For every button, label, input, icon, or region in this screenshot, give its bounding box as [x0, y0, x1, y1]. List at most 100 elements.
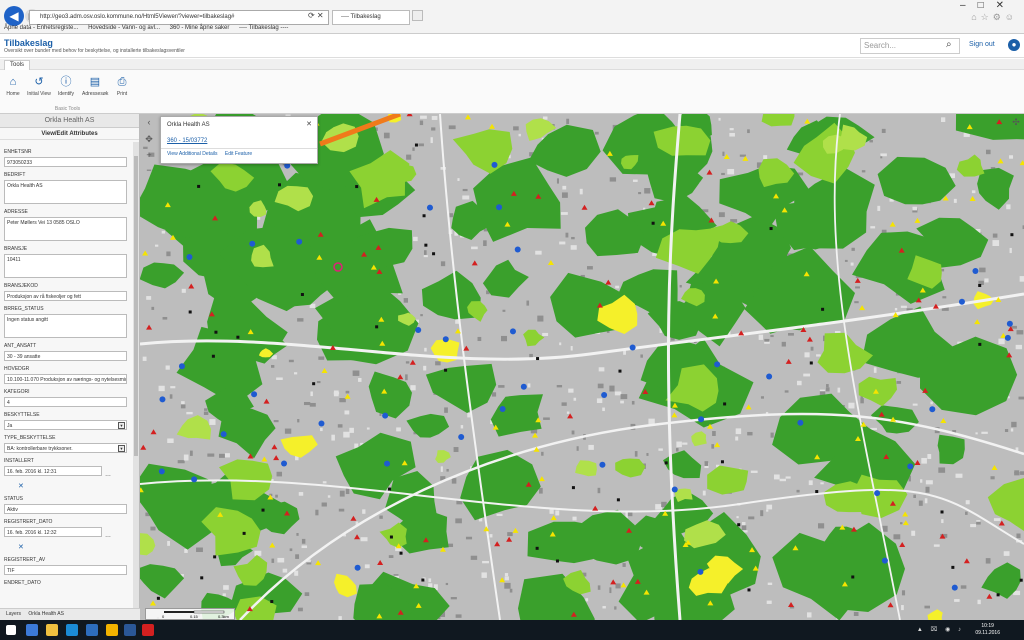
date-input[interactable]: 16. feb. 2016 kl. 12:31	[4, 466, 102, 476]
favorite-link[interactable]: Åpne data - Enhetsregiste...	[4, 25, 78, 31]
field-value: 10411	[7, 257, 21, 263]
zoom-in-icon[interactable]: +	[144, 150, 154, 160]
initial-view-button[interactable]: ↺ Initial View	[26, 76, 52, 97]
building	[609, 587, 612, 594]
field-input[interactable]: TIF	[4, 565, 127, 575]
building	[975, 432, 978, 435]
word-icon[interactable]	[124, 624, 136, 636]
zoom-out-icon[interactable]: −	[144, 165, 154, 175]
building	[873, 367, 877, 373]
pdf-icon[interactable]	[142, 624, 154, 636]
blue-marker	[929, 406, 936, 413]
case-link[interactable]: 360 - 15/03772	[167, 138, 207, 144]
field-input[interactable]: Produksjon av rå fiskeoljer og fett	[4, 291, 127, 301]
building	[818, 523, 825, 529]
feature-tab[interactable]: Orkla Health AS	[28, 611, 64, 617]
building	[750, 470, 758, 473]
building	[440, 261, 446, 267]
identify-button[interactable]: ⓘ Identify	[53, 76, 79, 97]
files-icon[interactable]	[106, 624, 118, 636]
field-label: TYPE_BESKYTTELSE	[4, 435, 56, 441]
field-input[interactable]: 10411	[4, 254, 127, 278]
field-input[interactable]: Orkla Health AS	[4, 180, 127, 204]
field-input[interactable]: 4	[4, 397, 127, 407]
edit-feature-link[interactable]: Edit Feature	[225, 151, 252, 157]
pan-icon[interactable]: ✥	[144, 134, 154, 144]
sign-out-link[interactable]: Sign out	[969, 41, 995, 48]
user-icon[interactable]: ●	[1008, 39, 1020, 51]
field-input[interactable]: Aktiv	[4, 504, 127, 514]
clear-icon[interactable]: ✕	[18, 543, 24, 551]
field-select[interactable]: Ja ▼	[4, 420, 127, 430]
field-input[interactable]: 973050233	[4, 157, 127, 167]
clock[interactable]: 10:19 09.11.2016	[975, 623, 1000, 637]
chevron-down-icon[interactable]: ▼	[118, 422, 125, 429]
new-tab-button[interactable]	[412, 10, 423, 21]
date-input[interactable]: 16. feb. 2016 kl. 12:32	[4, 527, 102, 537]
field-input[interactable]: 10.100-11.070 Produksjon av nærings- og …	[4, 374, 127, 384]
field-input[interactable]: 30 - 39 ansatte	[4, 351, 127, 361]
field-input[interactable]: Peter Møllers Vei 13 0585 OSLO	[4, 217, 127, 241]
black-marker	[978, 283, 982, 287]
building	[1016, 533, 1021, 539]
view-details-link[interactable]: View Additional Details	[167, 151, 218, 157]
blue-marker	[1004, 334, 1011, 341]
building	[992, 233, 998, 238]
black-marker	[388, 487, 392, 491]
building	[453, 447, 459, 453]
tab-tools[interactable]: Tools	[4, 60, 31, 70]
building	[502, 309, 506, 312]
field-select[interactable]: BA: kontrollerbare trykksoner. ▼	[4, 443, 127, 453]
start-icon[interactable]	[6, 625, 16, 635]
collapse-panel-icon[interactable]: ‹	[144, 117, 154, 127]
home-button[interactable]: ⌂ Home	[0, 76, 26, 97]
building	[462, 188, 468, 192]
building	[602, 407, 605, 412]
favorite-link[interactable]: Hovedside - Vann- og avl...	[88, 25, 160, 31]
home-icon: ⌂	[9, 76, 17, 88]
search-icon[interactable]: ⌕	[946, 39, 952, 50]
building	[423, 365, 427, 371]
building	[785, 476, 791, 479]
building	[1018, 396, 1024, 400]
map-canvas[interactable]	[140, 114, 1024, 620]
clear-icon[interactable]: ✕	[18, 482, 24, 490]
date-picker-icon[interactable]: …	[105, 533, 111, 539]
panel-scroll-thumb[interactable]	[134, 156, 138, 456]
print-button[interactable]: ⎙ Print	[109, 76, 135, 97]
search-input[interactable]: Search...	[860, 38, 960, 54]
building	[712, 431, 716, 436]
building	[331, 434, 335, 441]
building	[925, 486, 930, 493]
field-value: Orkla Health AS	[7, 183, 43, 189]
black-marker	[618, 369, 622, 373]
building	[976, 521, 981, 525]
outlook-icon[interactable]	[86, 624, 98, 636]
building	[507, 532, 513, 537]
address-search-button[interactable]: ▤ Adressesøk	[82, 76, 108, 97]
close-icon[interactable]: ✕	[306, 120, 312, 128]
building	[455, 614, 462, 618]
field-input[interactable]: Ingen status angitt	[4, 314, 127, 338]
chevron-down-icon[interactable]: ▼	[118, 445, 125, 452]
refresh-icon[interactable]: ⟳ ✕	[308, 11, 324, 20]
favorite-link[interactable]: ---- Tilbakeslag ----	[239, 25, 288, 31]
explorer-icon[interactable]	[46, 624, 58, 636]
building	[467, 412, 471, 418]
favorite-link[interactable]: 360 - Mine åpne saker	[170, 25, 230, 31]
layers-tab[interactable]: Layers	[6, 611, 21, 617]
building	[894, 307, 898, 311]
building	[310, 391, 313, 397]
building	[297, 318, 304, 322]
map-view[interactable]	[140, 114, 1024, 620]
building	[632, 179, 638, 182]
search-taskbar-icon[interactable]	[26, 624, 38, 636]
window-controls[interactable]: –□✕	[960, 0, 1016, 11]
building	[207, 453, 215, 457]
browser-taskbar-icon[interactable]	[66, 624, 78, 636]
date-field-row: 16. feb. 2016 kl. 12:31 … ✕	[4, 464, 127, 491]
system-tray[interactable]: ▲ ⌧ ◉ ♪	[917, 626, 964, 633]
building	[294, 570, 299, 576]
map-tools-icon[interactable]: ✣	[1011, 117, 1021, 127]
date-picker-icon[interactable]: …	[105, 472, 111, 478]
